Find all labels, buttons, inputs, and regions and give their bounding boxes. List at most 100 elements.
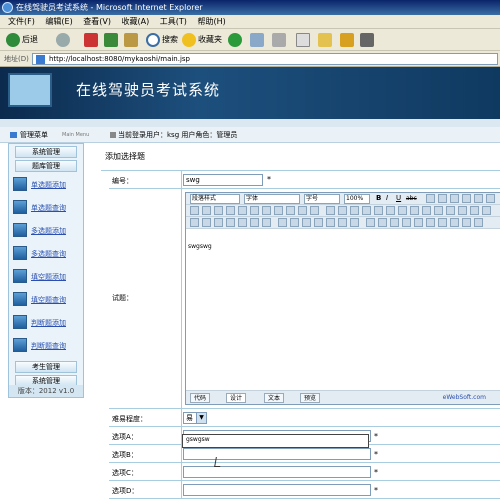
strike-button[interactable]: abc bbox=[406, 195, 417, 202]
fullscreen-icon[interactable] bbox=[450, 218, 459, 227]
option-d-input[interactable] bbox=[183, 484, 371, 496]
copy-icon[interactable] bbox=[202, 206, 211, 215]
undo-icon[interactable] bbox=[274, 206, 283, 215]
anchor-icon[interactable] bbox=[446, 206, 455, 215]
textarea-icon[interactable] bbox=[302, 218, 311, 227]
align-right-icon[interactable] bbox=[450, 194, 459, 203]
tab-code[interactable]: 代码 bbox=[190, 393, 211, 403]
link-icon[interactable] bbox=[422, 206, 431, 215]
unordered-list-icon[interactable] bbox=[338, 206, 347, 215]
sidebar-head-system[interactable]: 系统管理 bbox=[15, 146, 77, 158]
tab-text[interactable]: 文本 bbox=[264, 393, 285, 403]
sidebar-item-multi-query[interactable]: 多选题查询 bbox=[11, 243, 81, 265]
about-icon[interactable] bbox=[474, 218, 483, 227]
sidebar-item-judge-query[interactable]: 判断题查询 bbox=[11, 335, 81, 357]
bg-color-icon[interactable] bbox=[410, 206, 419, 215]
zoom-select[interactable]: 100% bbox=[344, 194, 370, 204]
search-button[interactable]: 搜索 bbox=[146, 32, 178, 48]
sidebar-head-question-bank[interactable]: 题库管理 bbox=[15, 160, 77, 172]
table-icon[interactable] bbox=[190, 218, 199, 227]
flash-icon[interactable] bbox=[470, 206, 479, 215]
sidebar-item-single-query[interactable]: 单选题查询 bbox=[11, 197, 81, 219]
option-b-input[interactable] bbox=[183, 448, 371, 460]
stop-button[interactable] bbox=[84, 32, 100, 48]
back-button[interactable]: 后退 bbox=[6, 32, 38, 48]
marquee-icon[interactable] bbox=[402, 218, 411, 227]
time-icon[interactable] bbox=[426, 218, 435, 227]
menu-edit[interactable]: 编辑(E) bbox=[45, 15, 72, 29]
delete-icon[interactable] bbox=[310, 206, 319, 215]
align-center-icon[interactable] bbox=[438, 194, 447, 203]
sidebar-item-judge-add[interactable]: 判断题添加 bbox=[11, 312, 81, 334]
mail-button[interactable] bbox=[250, 32, 266, 48]
option-c-input[interactable] bbox=[183, 466, 371, 478]
outdent-icon[interactable] bbox=[350, 206, 359, 215]
sidebar-item-multi-add[interactable]: 多选题添加 bbox=[11, 220, 81, 242]
emoticon-icon[interactable] bbox=[366, 218, 375, 227]
insert-row-icon[interactable] bbox=[202, 218, 211, 227]
research-button[interactable] bbox=[360, 32, 376, 48]
media-insert-icon[interactable] bbox=[482, 206, 491, 215]
difficulty-select[interactable]: 易 ▼ bbox=[183, 412, 207, 424]
autocomplete-dropdown[interactable]: gswgsw bbox=[182, 434, 369, 448]
underline-button[interactable]: U bbox=[396, 194, 401, 202]
find-icon[interactable] bbox=[250, 206, 259, 215]
paragraph-style-select[interactable]: 段落样式 bbox=[190, 194, 240, 204]
dropdown-icon[interactable] bbox=[338, 218, 347, 227]
checkbox-icon[interactable] bbox=[326, 218, 335, 227]
unlink-icon[interactable] bbox=[434, 206, 443, 215]
messenger-button[interactable] bbox=[340, 32, 356, 48]
font-size-select[interactable]: 字号 bbox=[304, 194, 340, 204]
menu-file[interactable]: 文件(F) bbox=[8, 15, 35, 29]
clear-format-icon[interactable] bbox=[262, 206, 271, 215]
tab-preview[interactable]: 预览 bbox=[300, 393, 321, 403]
image-icon[interactable] bbox=[458, 206, 467, 215]
media-button[interactable] bbox=[228, 32, 244, 48]
menu-tools[interactable]: 工具(T) bbox=[160, 15, 187, 29]
font-color-icon[interactable] bbox=[398, 206, 407, 215]
refresh-button[interactable] bbox=[104, 32, 120, 48]
menu-favorites[interactable]: 收藏(A) bbox=[122, 15, 150, 29]
sidebar-item-fill-add[interactable]: 填空题添加 bbox=[11, 266, 81, 288]
insert-col-icon[interactable] bbox=[214, 218, 223, 227]
menu-help[interactable]: 帮助(H) bbox=[197, 15, 225, 29]
textfield-icon[interactable] bbox=[290, 218, 299, 227]
indent-more-icon[interactable] bbox=[362, 206, 371, 215]
cut-icon[interactable] bbox=[190, 206, 199, 215]
button-icon[interactable] bbox=[350, 218, 359, 227]
align-left-icon[interactable] bbox=[426, 194, 435, 203]
id-input[interactable]: swg bbox=[183, 174, 263, 186]
radio-icon[interactable] bbox=[314, 218, 323, 227]
select-all-icon[interactable] bbox=[298, 206, 307, 215]
help-icon[interactable] bbox=[462, 218, 471, 227]
sidebar-head-examinee[interactable]: 考生管理 bbox=[15, 361, 77, 373]
address-input[interactable]: http://localhost:8080/mykaoshi/main.jsp bbox=[32, 53, 498, 65]
favorites-button[interactable]: 收藏夹 bbox=[182, 32, 222, 48]
list-icon[interactable] bbox=[474, 194, 483, 203]
split-cells-icon[interactable] bbox=[262, 218, 271, 227]
editor-credit[interactable]: eWebSoft.com bbox=[443, 393, 486, 403]
merge-cells-icon[interactable] bbox=[250, 218, 259, 227]
paste-word-icon[interactable] bbox=[238, 206, 247, 215]
forward-button[interactable] bbox=[56, 32, 72, 48]
edit-button[interactable] bbox=[296, 32, 312, 48]
paste-text-icon[interactable] bbox=[226, 206, 235, 215]
superscript-icon[interactable] bbox=[374, 206, 383, 215]
italic-button[interactable]: I bbox=[386, 194, 388, 202]
paste-icon[interactable] bbox=[214, 206, 223, 215]
tab-design[interactable]: 设计 bbox=[226, 393, 247, 403]
sidebar-item-fill-query[interactable]: 填空题查询 bbox=[11, 289, 81, 311]
home-button[interactable] bbox=[124, 32, 140, 48]
special-char-icon[interactable] bbox=[378, 218, 387, 227]
menu-view[interactable]: 查看(V) bbox=[83, 15, 111, 29]
print-button[interactable] bbox=[272, 32, 288, 48]
indent-icon[interactable] bbox=[486, 194, 495, 203]
form-icon[interactable] bbox=[278, 218, 287, 227]
delete-col-icon[interactable] bbox=[238, 218, 247, 227]
ordered-list-icon[interactable] bbox=[326, 206, 335, 215]
date-icon[interactable] bbox=[414, 218, 423, 227]
editor-content[interactable]: swgswg bbox=[188, 243, 212, 250]
bold-button[interactable]: B bbox=[376, 194, 381, 202]
sidebar-item-single-add[interactable]: 单选题添加 bbox=[11, 174, 81, 196]
font-select[interactable]: 字体 bbox=[244, 194, 300, 204]
